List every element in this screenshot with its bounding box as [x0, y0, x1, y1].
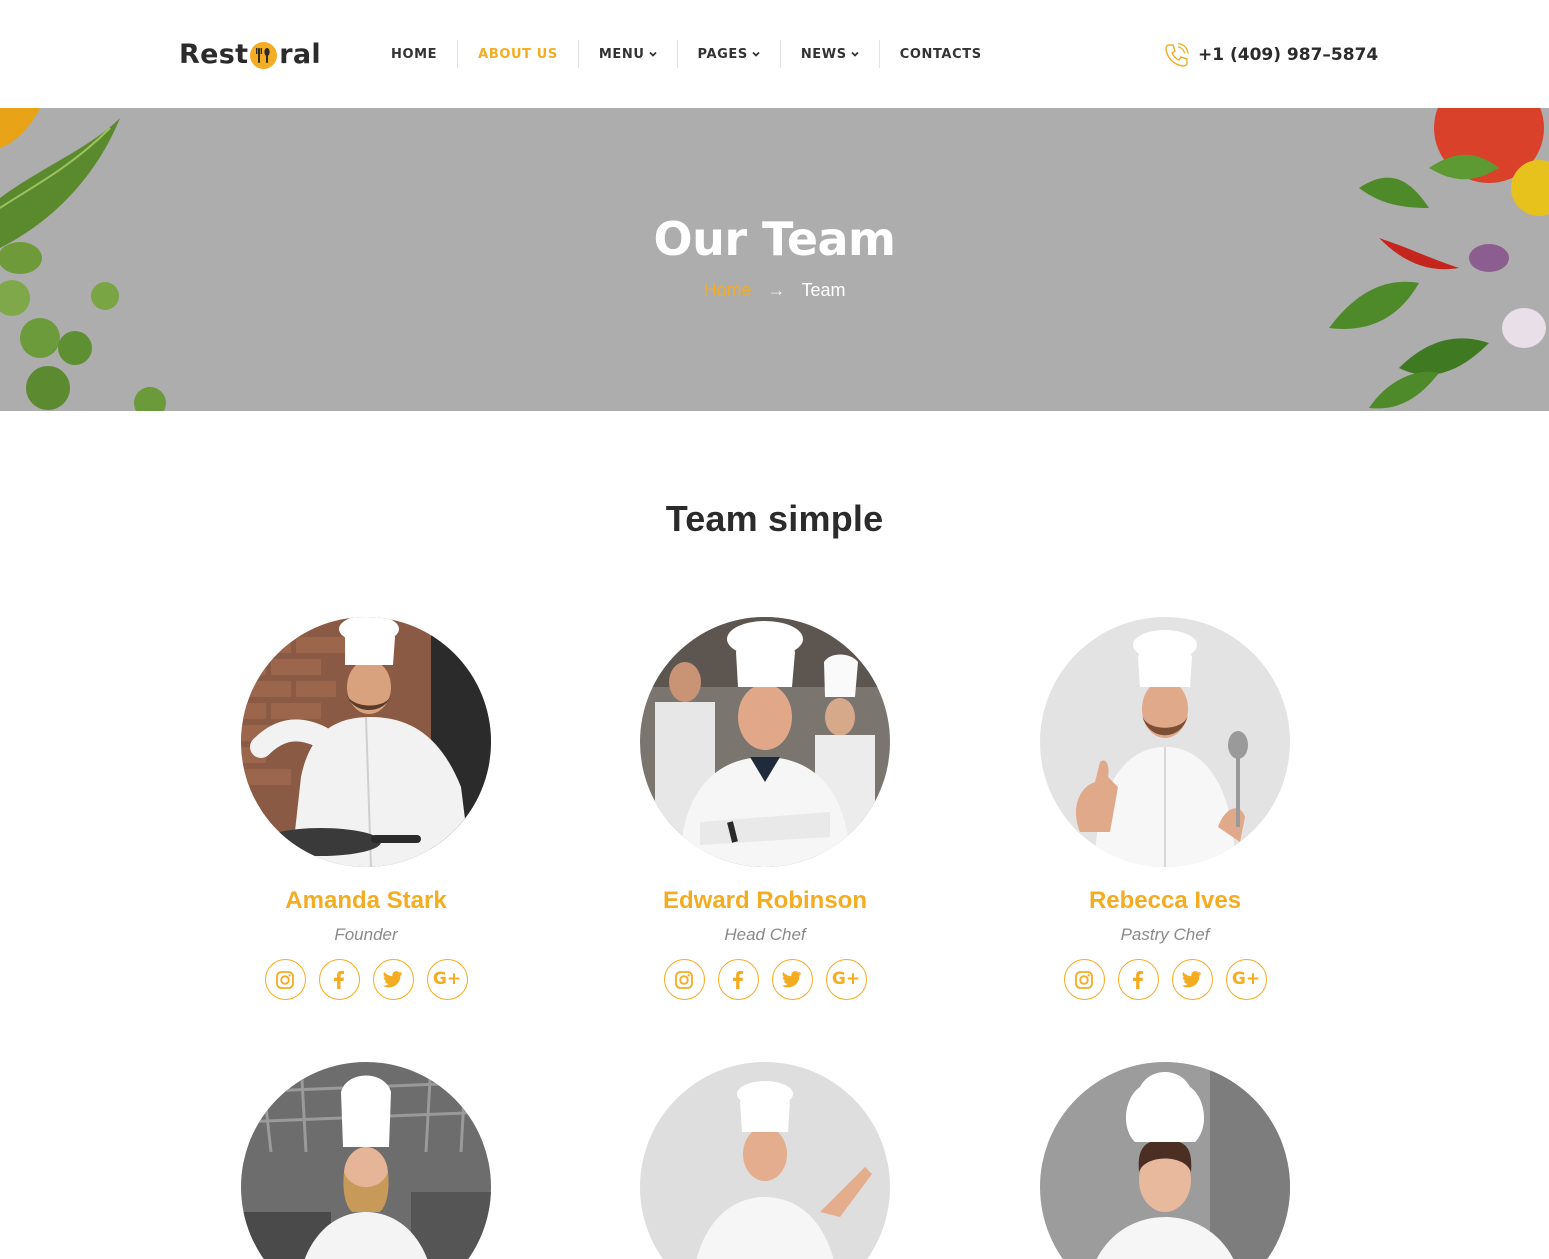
member-name[interactable]: Rebecca Ives: [965, 887, 1365, 915]
phone-number: +1 (409) 987–5874: [1198, 45, 1379, 65]
breadcrumb-current: Team: [801, 280, 846, 300]
breadcrumb: Home → Team: [0, 280, 1549, 301]
instagram-icon[interactable]: [663, 959, 705, 1000]
chef-crossed-arms-photo[interactable]: [640, 617, 890, 867]
female-chef-smiling-photo[interactable]: [1040, 1062, 1290, 1259]
team-member-card: Edward Robinson Head Chef G+: [565, 617, 965, 1000]
section-title: Team simple: [665, 498, 884, 539]
chevron-down-icon: [752, 51, 760, 57]
nav-label: HOME: [391, 46, 438, 62]
page-title: Our Team: [653, 212, 897, 266]
phone-icon: [1165, 42, 1189, 67]
chevron-down-icon: [648, 51, 657, 57]
google-plus-icon[interactable]: G+: [825, 959, 867, 1000]
instagram-icon[interactable]: [264, 959, 306, 1000]
social-links: G+: [965, 959, 1365, 1000]
phone-contact[interactable]: +1 (409) 987–5874: [1162, 40, 1378, 70]
main-nav: HOME ABOUT US MENU PAGES NEWS CONTACTS: [371, 40, 1002, 68]
nav-item-home[interactable]: HOME: [371, 40, 459, 68]
arrow-right-icon: →: [767, 280, 786, 300]
nav-item-pages[interactable]: PAGES: [678, 40, 781, 68]
nav-label: PAGES: [697, 46, 748, 62]
breadcrumb-home-link[interactable]: Home: [703, 280, 751, 301]
site-header: Rest ral HOME ABOUT US MENU PAGES NEWS C…: [0, 0, 1549, 108]
logo-text-right: ral: [279, 38, 321, 70]
logo-text-left: Rest: [179, 38, 249, 70]
member-role: Pastry Chef: [1120, 925, 1210, 944]
team-member-card: [166, 1062, 566, 1259]
female-chef-kitchen-photo[interactable]: [241, 1062, 491, 1259]
google-plus-icon[interactable]: G+: [426, 959, 468, 1000]
twitter-icon[interactable]: [771, 959, 813, 1000]
twitter-icon[interactable]: [372, 959, 414, 1000]
nav-item-news[interactable]: NEWS: [781, 40, 880, 68]
member-name[interactable]: Edward Robinson: [565, 887, 965, 915]
google-plus-icon[interactable]: G+: [1225, 959, 1267, 1000]
nav-label: CONTACTS: [899, 46, 982, 62]
instagram-icon[interactable]: [1063, 959, 1105, 1000]
member-name[interactable]: Amanda Stark: [166, 887, 566, 915]
nav-label: ABOUT US: [478, 46, 558, 62]
nav-label: NEWS: [800, 46, 847, 62]
facebook-icon[interactable]: [318, 959, 360, 1000]
social-links: G+: [565, 959, 965, 1000]
page-hero: Our Team Home → Team: [0, 108, 1549, 411]
team-member-card: Rebecca Ives Pastry Chef G+: [965, 617, 1365, 1000]
logo[interactable]: Rest ral: [179, 36, 321, 72]
chef-thumbs-up-photo[interactable]: [1040, 617, 1290, 867]
team-member-card: [965, 1062, 1365, 1259]
logo-utensils-icon: [250, 41, 278, 69]
nav-item-about-us[interactable]: ABOUT US: [458, 40, 579, 68]
twitter-icon[interactable]: [1171, 959, 1213, 1000]
social-links: G+: [166, 959, 566, 1000]
facebook-icon[interactable]: [1117, 959, 1159, 1000]
member-role: Founder: [334, 925, 398, 944]
team-member-card: Amanda Stark Founder G+: [166, 617, 566, 1000]
facebook-icon[interactable]: [717, 959, 759, 1000]
chevron-down-icon: [851, 51, 859, 57]
chef-pointing-photo[interactable]: [640, 1062, 890, 1259]
nav-label: MENU: [598, 46, 645, 62]
member-role: Head Chef: [724, 925, 806, 944]
nav-item-contacts[interactable]: CONTACTS: [880, 40, 1002, 68]
chef-cooking-photo[interactable]: [241, 617, 491, 867]
team-member-card: [565, 1062, 965, 1259]
nav-item-menu[interactable]: MENU: [579, 40, 678, 68]
